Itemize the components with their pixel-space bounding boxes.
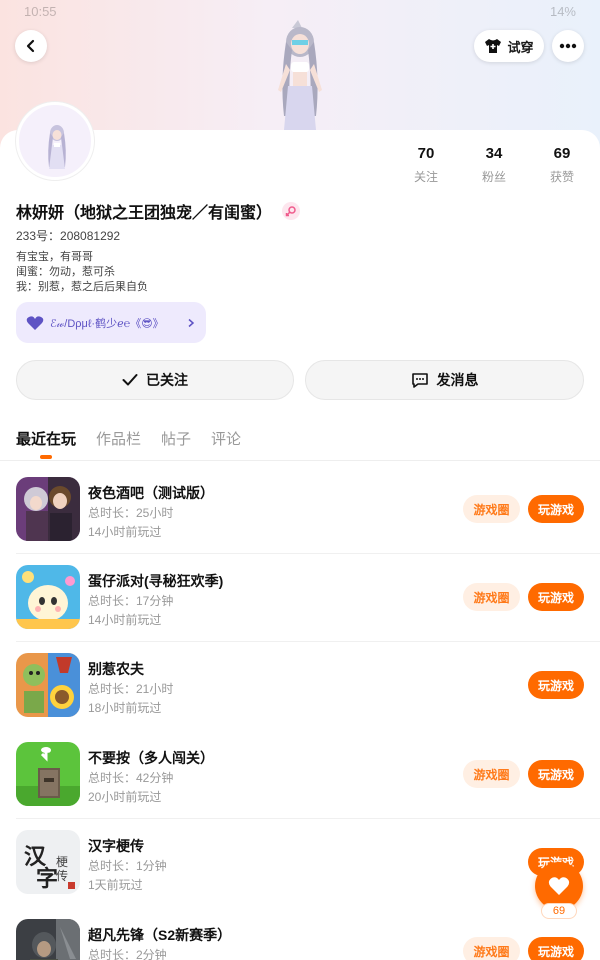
try-on-label: 试穿 — [507, 39, 534, 55]
game-duration: 总时长：42分钟 — [88, 771, 174, 785]
user-bio: 有宝宝，有哥哥 闺蜜：勿动，惹可杀 我：别惹，惹之后后果自负 — [16, 250, 148, 295]
game-icon — [16, 919, 80, 960]
game-title: 蛋仔派对(寻秘狂欢季) — [88, 573, 224, 589]
avatar-figure-image — [278, 20, 322, 130]
avatar-image — [48, 125, 66, 169]
tab-posts[interactable]: 帖子 — [161, 428, 191, 457]
follow-button[interactable]: 已关注 — [16, 360, 294, 400]
game-list-item[interactable]: 蛋仔派对(寻秘狂欢季) 总时长：17分钟 14小时前玩过 游戏圈 玩游戏 — [0, 549, 600, 637]
stat-following-count: 70 — [417, 145, 435, 162]
play-game-button[interactable]: 玩游戏 — [528, 583, 584, 611]
game-circle-button[interactable]: 游戏圈 — [463, 495, 520, 523]
more-icon — [559, 43, 577, 49]
avatar[interactable] — [16, 102, 94, 180]
status-battery: 14% — [549, 4, 576, 19]
game-icon: 汉 字 梗 传 — [16, 830, 80, 894]
game-title: 夜色酒吧（测试版） — [88, 485, 214, 501]
bio-line: 闺蜜：勿动，惹可杀 — [16, 266, 115, 278]
back-button[interactable] — [15, 30, 47, 62]
svg-text:传: 传 — [56, 868, 68, 883]
female-icon — [282, 202, 301, 220]
game-last-played: 14小时前玩过 — [88, 613, 162, 627]
play-game-button[interactable]: 玩游戏 — [528, 671, 584, 699]
game-title: 汉字梗传 — [88, 838, 144, 854]
game-last-played: 20小时前玩过 — [88, 790, 162, 804]
relationship-tag-text: ℰ𝓌/Dρμℓ·鹤少ℯ℮《😎》 — [50, 317, 164, 330]
game-list-item[interactable]: 不要按（多人闯关） 总时长：42分钟 20小时前玩过 游戏圈 玩游戏 — [0, 726, 600, 814]
game-icon — [16, 653, 80, 717]
message-label: 发消息 — [436, 372, 479, 388]
svg-text:字: 字 — [36, 866, 58, 892]
game-duration: 总时长：25小时 — [88, 506, 174, 520]
stat-following-label: 关注 — [413, 170, 438, 184]
game-icon — [16, 742, 80, 806]
game-title: 别惹农夫 — [88, 661, 144, 677]
user-name: 林妍妍（地狱之王团独宠／有闺蜜） — [16, 205, 273, 222]
bio-line: 我：别惹，惹之后后果自负 — [16, 281, 148, 293]
game-title: 不要按（多人闯关） — [88, 750, 214, 766]
game-duration: 总时长：21小时 — [88, 682, 174, 696]
relationship-tag[interactable]: ℰ𝓌/Dρμℓ·鹤少ℯ℮《😎》 — [16, 302, 206, 343]
tab-comments[interactable]: 评论 — [211, 428, 241, 457]
game-duration: 总时长：1分钟 — [88, 859, 167, 873]
check-icon — [122, 374, 138, 386]
message-button[interactable]: 发消息 — [305, 360, 584, 400]
stat-followers-label: 粉丝 — [481, 170, 506, 184]
heart-icon — [548, 877, 570, 895]
play-game-button[interactable]: 玩游戏 — [528, 937, 584, 960]
game-last-played: 1天前玩过 — [88, 878, 143, 892]
game-title: 超凡先锋（S2新赛季） — [88, 927, 232, 943]
tab-works[interactable]: 作品栏 — [96, 428, 141, 457]
game-circle-button[interactable]: 游戏圈 — [463, 760, 520, 788]
svg-text:梗: 梗 — [56, 854, 68, 869]
play-game-button[interactable]: 玩游戏 — [528, 495, 584, 523]
game-duration: 总时长：2分钟 — [88, 948, 167, 960]
profile-tabs: 最近在玩 作品栏 帖子 评论 — [16, 428, 241, 457]
stat-following[interactable]: 70 关注 — [396, 145, 456, 185]
game-list-item[interactable]: 汉 字 梗 传 汉字梗传 总时长：1分钟 1天前玩过 玩游戏 — [0, 814, 600, 902]
try-on-button[interactable]: 试穿 — [474, 30, 544, 62]
user-id: 233号：208081292 — [16, 229, 121, 243]
chat-icon — [411, 373, 428, 388]
game-duration: 总时长：17分钟 — [88, 594, 174, 608]
stat-likes[interactable]: 69 获赞 — [532, 145, 592, 185]
like-count: 69 — [541, 903, 577, 919]
game-icon — [16, 477, 80, 541]
chevron-left-icon — [26, 39, 35, 53]
game-circle-button[interactable]: 游戏圈 — [463, 583, 520, 611]
status-time: 10:55 — [24, 4, 57, 19]
stat-likes-label: 获赞 — [549, 170, 574, 184]
more-options-button[interactable] — [552, 30, 584, 62]
game-icon — [16, 565, 80, 629]
play-game-button[interactable]: 玩游戏 — [528, 760, 584, 788]
game-list-item[interactable]: 夜色酒吧（测试版） 总时长：25小时 14小时前玩过 游戏圈 玩游戏 — [0, 461, 600, 549]
stat-followers[interactable]: 34 粉丝 — [464, 145, 524, 185]
stat-likes-count: 69 — [553, 145, 571, 162]
heart-icon — [26, 315, 44, 330]
game-last-played: 14小时前玩过 — [88, 525, 162, 539]
name-row: 林妍妍（地狱之王团独宠／有闺蜜） — [16, 199, 301, 223]
shirt-icon — [485, 39, 502, 53]
game-list-item[interactable]: 超凡先锋（S2新赛季） 总时长：2分钟 游戏圈 玩游戏 — [0, 903, 600, 960]
game-list-item[interactable]: 别惹农夫 总时长：21小时 18小时前玩过 玩游戏 — [0, 637, 600, 725]
game-circle-button[interactable]: 游戏圈 — [463, 937, 520, 960]
chevron-right-icon — [188, 318, 195, 327]
tab-recently-played[interactable]: 最近在玩 — [16, 428, 76, 457]
bio-line: 有宝宝，有哥哥 — [16, 251, 93, 263]
game-last-played: 18小时前玩过 — [88, 701, 162, 715]
stat-followers-count: 34 — [485, 145, 503, 162]
follow-label: 已关注 — [146, 372, 188, 388]
